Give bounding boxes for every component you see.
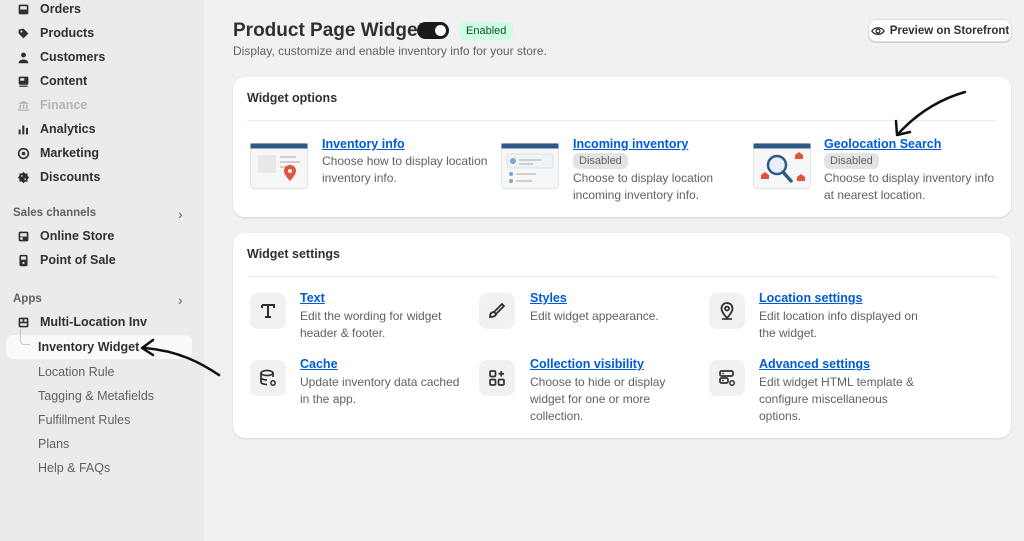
disabled-badge: Disabled	[573, 153, 628, 169]
apps-grid-icon	[479, 360, 515, 396]
setting-description: in the app.	[300, 392, 357, 406]
content-icon	[16, 74, 30, 88]
sidebar-item-label: Orders	[40, 2, 81, 16]
sidebar-item-label: Point of Sale	[40, 253, 116, 267]
tree-connector	[20, 329, 30, 345]
setting-description: configure miscellaneous	[759, 392, 888, 406]
divider	[247, 276, 997, 277]
target-icon	[16, 146, 30, 160]
setting-description: Edit widget HTML template &	[759, 375, 914, 389]
app-icon	[16, 315, 30, 329]
sidebar-subitem-label: Inventory Widget	[38, 340, 140, 354]
sidebar-item-orders[interactable]: Orders	[8, 0, 192, 20]
sidebar-item-label: Discounts	[40, 170, 101, 184]
page-title: Product Page Widget	[233, 20, 424, 41]
setting-description: Choose to hide or display	[530, 375, 666, 389]
sidebar-item-label: Products	[40, 26, 95, 40]
database-icon	[250, 360, 286, 396]
person-icon	[16, 50, 30, 64]
sidebar-item-label: Marketing	[40, 146, 100, 160]
apps-heading: Apps	[13, 293, 42, 305]
tag-icon	[16, 26, 30, 40]
sidebar-item-marketing[interactable]: Marketing	[8, 142, 192, 164]
sidebar-item-label: Finance	[40, 98, 88, 112]
setting-description: collection.	[530, 409, 584, 423]
sidebar-subitem-plans[interactable]: Plans	[38, 437, 69, 451]
store-icon	[16, 229, 30, 243]
annotation-arrow-icon	[140, 338, 221, 377]
setting-description: Edit the wording for widget	[300, 309, 442, 323]
sidebar: Orders Products Customers Content Financ…	[0, 0, 204, 541]
sidebar-item-label: Multi-Location Inv	[40, 315, 147, 329]
page-subtitle: Display, customize and enable inventory …	[233, 44, 547, 58]
discount-icon	[16, 170, 30, 184]
incoming-inventory-link[interactable]: Incoming inventory	[573, 137, 688, 151]
cache-settings-link[interactable]: Cache	[300, 357, 338, 371]
sidebar-item-label: Online Store	[40, 229, 115, 243]
divider	[247, 120, 997, 121]
sidebar-subitem-fulfillment-rules[interactable]: Fulfillment Rules	[38, 413, 130, 427]
sidebar-subitem-tagging-metafields[interactable]: Tagging & Metafields	[38, 389, 154, 403]
incoming-inventory-thumbnail	[501, 143, 559, 189]
location-pin-icon	[709, 293, 745, 329]
setting-description: Update inventory data cached	[300, 375, 460, 389]
setting-description: options.	[759, 409, 802, 423]
sidebar-item-multi-location-inv[interactable]: Multi-Location Inv	[8, 311, 192, 333]
option-description: Choose how to display location	[322, 154, 488, 168]
option-description: Choose to display inventory info	[824, 171, 995, 185]
sales-channels-heading: Sales channels	[13, 207, 97, 219]
disabled-badge: Disabled	[824, 153, 879, 169]
styles-settings-link[interactable]: Styles	[530, 291, 567, 305]
sidebar-item-content[interactable]: Content	[8, 70, 192, 92]
text-settings-link[interactable]: Text	[300, 291, 325, 305]
option-description: Choose to display location	[573, 171, 714, 185]
location-settings-link[interactable]: Location settings	[759, 291, 862, 305]
sidebar-subitem-location-rule[interactable]: Location Rule	[38, 365, 114, 379]
pos-icon	[16, 253, 30, 267]
enable-toggle[interactable]	[417, 22, 449, 39]
setting-description: widget for one or more	[530, 392, 651, 406]
option-description: at nearest location.	[824, 188, 926, 202]
bar-chart-icon	[16, 122, 30, 136]
sidebar-item-label: Customers	[40, 50, 106, 64]
setting-description: Edit location info displayed on	[759, 309, 918, 323]
setting-description: Edit widget appearance.	[530, 309, 659, 323]
sidebar-item-customers[interactable]: Customers	[8, 46, 192, 68]
sidebar-item-point-of-sale[interactable]: Point of Sale	[8, 249, 192, 271]
collection-visibility-link[interactable]: Collection visibility	[530, 357, 644, 371]
sidebar-item-finance: Finance	[8, 94, 192, 116]
preview-label: Preview on Storefront	[889, 24, 1010, 37]
sidebar-item-label: Content	[40, 74, 88, 88]
geolocation-search-thumbnail	[753, 143, 811, 189]
chevron-right-icon[interactable]: ›	[178, 206, 183, 222]
inventory-info-thumbnail	[250, 143, 308, 189]
sidebar-item-label: Analytics	[40, 122, 96, 136]
setting-description: the widget.	[759, 326, 818, 340]
inbox-icon	[16, 2, 30, 16]
annotation-arrow-icon	[894, 90, 967, 137]
card-title: Widget settings	[247, 247, 340, 261]
sidebar-item-analytics[interactable]: Analytics	[8, 118, 192, 140]
eye-icon	[870, 26, 885, 35]
status-badge: Enabled	[459, 22, 514, 40]
preview-on-storefront-button[interactable]: Preview on Storefront	[868, 19, 1012, 42]
brush-icon	[479, 293, 515, 329]
option-description: inventory info.	[322, 171, 397, 185]
sidebar-item-online-store[interactable]: Online Store	[8, 225, 192, 247]
card-title: Widget options	[247, 91, 338, 105]
chevron-right-icon[interactable]: ›	[178, 292, 183, 308]
sidebar-item-discounts[interactable]: Discounts	[8, 166, 192, 188]
bank-icon	[16, 98, 30, 112]
server-settings-icon	[709, 360, 745, 396]
setting-description: header & footer.	[300, 326, 386, 340]
advanced-settings-link[interactable]: Advanced settings	[759, 357, 870, 371]
text-icon	[250, 293, 286, 329]
option-description: incoming inventory info.	[573, 188, 700, 202]
sidebar-item-products[interactable]: Products	[8, 22, 192, 44]
widget-settings-card: Widget settings Text Edit the wording fo…	[233, 233, 1011, 438]
sidebar-subitem-help-faqs[interactable]: Help & FAQs	[38, 461, 110, 475]
inventory-info-link[interactable]: Inventory info	[322, 137, 405, 151]
